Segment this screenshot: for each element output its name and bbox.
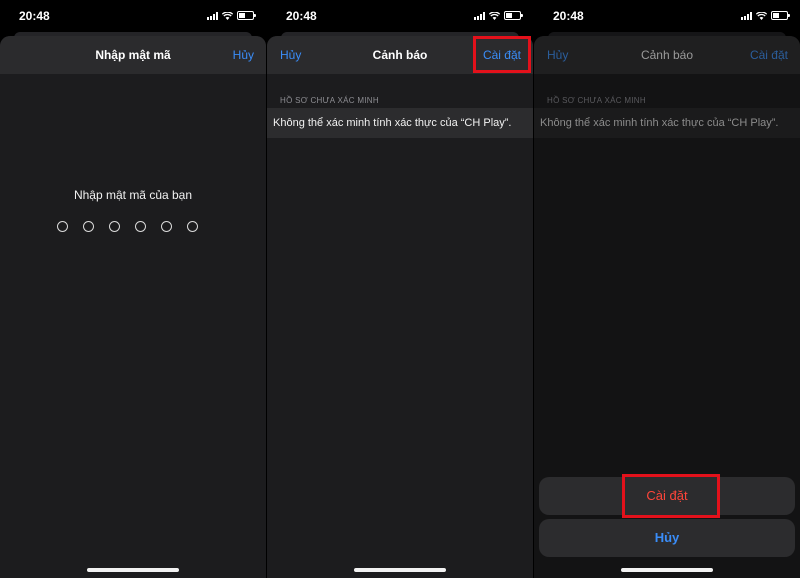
status-icons [474, 11, 523, 20]
status-icons [207, 11, 256, 20]
warning-message-row: Không thể xác minh tính xác thực của “CH… [534, 108, 800, 138]
cancel-button[interactable]: Hủy [233, 48, 254, 62]
highlight-box [473, 36, 531, 73]
battery-icon [771, 11, 790, 20]
warning-screen: 20:48 Hủy Cảnh báo Cài đặt HỒ SƠ CHƯA XÁ… [267, 0, 533, 578]
passcode-dot [57, 221, 68, 232]
status-bar: 20:48 [534, 0, 800, 32]
status-bar: 20:48 [267, 0, 533, 32]
nav-title: Nhập mật mã [95, 48, 171, 62]
passcode-prompt: Nhập mật mã của bạn [73, 188, 193, 202]
section-header: HỒ SƠ CHƯA XÁC MINH [280, 96, 379, 105]
home-indicator[interactable] [354, 568, 446, 572]
screenshots-strip: 20:48 Nhập mật mã Hủy Nhập mật mã của bạ… [0, 0, 800, 578]
home-indicator[interactable] [621, 568, 713, 572]
status-icons [741, 11, 790, 20]
status-time: 20:48 [286, 9, 317, 23]
passcode-sheet: Nhập mật mã Hủy Nhập mật mã của bạn [0, 36, 266, 578]
home-indicator[interactable] [87, 568, 179, 572]
status-bar: 20:48 [0, 0, 266, 32]
nav-bar: Hủy Cảnh báo Cài đặt [534, 36, 800, 74]
status-time: 20:48 [19, 9, 50, 23]
cellular-signal-icon [207, 11, 218, 20]
warning-sheet: Hủy Cảnh báo Cài đặt HỒ SƠ CHƯA XÁC MINH… [267, 36, 533, 578]
confirm-cancel-button[interactable]: Hủy [539, 519, 795, 557]
cellular-signal-icon [741, 11, 752, 20]
install-button: Cài đặt [749, 48, 788, 62]
warning-message-row: Không thể xác minh tính xác thực của “CH… [267, 108, 533, 138]
warning-message: Không thể xác minh tính xác thực của “CH… [273, 117, 512, 129]
cellular-signal-icon [474, 11, 485, 20]
wifi-icon [222, 11, 233, 20]
passcode-dot [135, 221, 146, 232]
battery-icon [237, 11, 256, 20]
passcode-screen: 20:48 Nhập mật mã Hủy Nhập mật mã của bạ… [0, 0, 266, 578]
wifi-icon [756, 11, 767, 20]
passcode-dots[interactable] [57, 221, 198, 232]
passcode-dot [187, 221, 198, 232]
nav-bar: Nhập mật mã Hủy [0, 36, 266, 74]
wifi-icon [489, 11, 500, 20]
confirm-screen: 20:48 Hủy Cảnh báo Cài đặt HỒ SƠ CHƯA XÁ… [534, 0, 800, 578]
passcode-dot [161, 221, 172, 232]
status-time: 20:48 [553, 9, 584, 23]
passcode-dot [83, 221, 94, 232]
passcode-dot [109, 221, 120, 232]
highlight-box [622, 474, 720, 518]
section-header: HỒ SƠ CHƯA XÁC MINH [547, 96, 646, 105]
battery-icon [504, 11, 523, 20]
warning-message: Không thể xác minh tính xác thực của “CH… [540, 117, 779, 129]
